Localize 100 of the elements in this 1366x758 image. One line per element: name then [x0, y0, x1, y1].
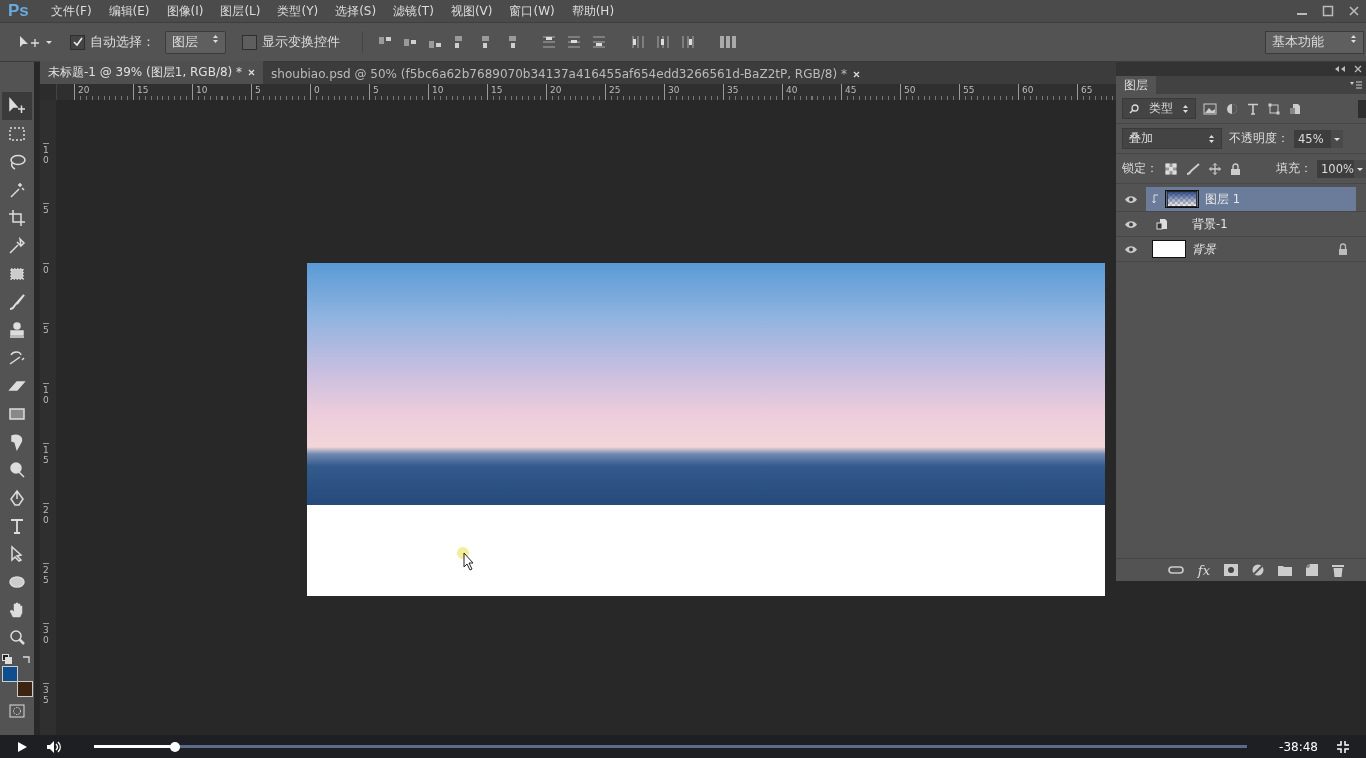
filter-toggle[interactable] — [1358, 99, 1366, 118]
eye-icon[interactable] — [1124, 219, 1138, 229]
fill-field[interactable]: 100% — [1317, 159, 1357, 178]
ruler-label: 35 — [723, 84, 782, 100]
image-filter-icon[interactable] — [1203, 102, 1217, 115]
close-icon[interactable] — [852, 70, 860, 78]
video-progress-handle[interactable] — [169, 741, 180, 752]
history-icon — [8, 349, 26, 367]
ruler-label: 5 — [369, 84, 428, 100]
brush-icon[interactable] — [1186, 162, 1200, 175]
panel-menu-icon[interactable] — [1350, 81, 1362, 89]
crop-icon — [8, 209, 26, 227]
checkbox[interactable] — [242, 34, 257, 50]
foreground-color-swatch[interactable] — [2, 666, 18, 682]
quick-mask-icon[interactable] — [9, 704, 25, 718]
close-icon[interactable] — [1348, 5, 1360, 17]
ruler-label: 25 — [43, 563, 49, 623]
distribute-top-icon[interactable] — [541, 34, 557, 50]
menu-item[interactable]: 类型(Y) — [269, 2, 327, 20]
layer-name: 背景 — [1192, 241, 1216, 257]
menu-item[interactable]: 选择(S) — [326, 2, 385, 20]
dodge-icon — [8, 461, 26, 479]
checkbox[interactable] — [70, 34, 85, 50]
ruler-label: 50 — [900, 84, 959, 100]
play-icon[interactable] — [16, 740, 28, 753]
auto-align-icon[interactable] — [719, 34, 737, 50]
ruler-label: 15 — [133, 84, 192, 100]
patch-icon — [8, 265, 26, 283]
default-colors-icon[interactable] — [2, 654, 12, 664]
menu-item[interactable]: 文件(F) — [42, 2, 101, 20]
adjustment-filter-icon[interactable] — [1226, 102, 1238, 115]
distribute-center-icon[interactable] — [655, 34, 671, 50]
move-icon[interactable] — [1209, 162, 1221, 175]
ruler-label: 30 — [43, 623, 49, 683]
pen-icon — [8, 489, 26, 507]
new-layer-icon[interactable] — [1306, 564, 1318, 576]
swap-colors-icon[interactable] — [22, 654, 32, 664]
shape-filter-icon[interactable] — [1268, 102, 1280, 115]
menu-item[interactable]: 视图(V) — [442, 2, 501, 20]
adjustment-icon[interactable] — [1252, 564, 1264, 576]
fill-label: 填充： — [1276, 161, 1312, 176]
collapse-icon[interactable] — [1334, 65, 1346, 73]
menu-item[interactable]: 帮助(H) — [563, 2, 623, 20]
opacity-label: 不透明度： — [1229, 131, 1289, 146]
exit-fullscreen-icon[interactable] — [1336, 739, 1350, 754]
ruler-label: 15 — [487, 84, 546, 100]
hand-icon — [8, 601, 26, 619]
close-icon[interactable] — [1354, 65, 1362, 73]
layer-style-button[interactable]: fx — [1197, 562, 1210, 578]
workspace-dropdown[interactable]: 基本功能 — [1265, 30, 1364, 54]
layer-name: 图层 1 — [1205, 191, 1240, 207]
trash-icon[interactable] — [1332, 563, 1344, 577]
menu-item[interactable]: 编辑(E) — [100, 2, 158, 20]
ruler-label: 10 — [428, 84, 487, 100]
ruler-label: 20 — [74, 84, 133, 100]
menu-item[interactable]: 图层(L) — [211, 2, 269, 20]
checkbox-label: 自动选择： — [90, 33, 155, 51]
distribute-left-icon[interactable] — [630, 34, 646, 50]
ruler-label: 60 — [1018, 84, 1077, 100]
lock-icon[interactable] — [1230, 162, 1241, 175]
move-tool[interactable] — [2, 92, 32, 120]
distribute-right-icon[interactable] — [680, 34, 696, 50]
move-tool-icon[interactable] — [18, 34, 54, 50]
layer-thumbnail — [1165, 190, 1199, 208]
menu-item[interactable]: 窗口(W) — [500, 2, 564, 20]
ruler-label: 10 — [43, 383, 49, 443]
menu-item[interactable]: 图像(I) — [158, 2, 212, 20]
background-color-swatch[interactable] — [17, 681, 33, 697]
ruler-label: 65 — [1077, 84, 1093, 100]
document-tab[interactable]: 未标题-1 @ 39% (图层1, RGB/8) * — [40, 61, 264, 84]
eye-icon[interactable] — [1124, 194, 1138, 204]
mask-icon[interactable] — [1224, 564, 1238, 576]
layer-row[interactable]: 背景-1 — [1146, 212, 1356, 236]
ruler-label: 20 — [546, 84, 605, 100]
link-icon[interactable] — [1167, 565, 1184, 575]
wand-icon — [8, 181, 26, 199]
menu-item[interactable]: 滤镜(T) — [384, 2, 443, 20]
layer-row[interactable]: 背景 — [1146, 237, 1356, 261]
volume-icon[interactable] — [46, 739, 62, 754]
lock-transparency-icon[interactable] — [1165, 162, 1177, 175]
maximize-icon[interactable] — [1322, 5, 1334, 17]
distribute-middle-icon[interactable] — [566, 34, 582, 50]
move-icon — [8, 97, 26, 115]
lasso-icon — [8, 153, 26, 171]
layer-row[interactable]: 图层 1 — [1146, 187, 1356, 211]
close-icon[interactable] — [248, 69, 256, 76]
distribute-bottom-icon[interactable] — [591, 34, 607, 50]
eye-icon[interactable] — [1124, 244, 1138, 254]
ruler-label: 10 — [192, 84, 251, 100]
opacity-field[interactable]: 45% — [1294, 129, 1334, 148]
type-filter-icon[interactable] — [1247, 102, 1259, 115]
updown-arrow-icon — [1208, 133, 1215, 144]
blend-mode-dropdown[interactable]: 叠加 — [1122, 128, 1222, 149]
ruler-label: 25 — [605, 84, 664, 100]
filter-dropdown[interactable]: 类型 — [1122, 98, 1196, 119]
ruler-label: 0 — [310, 84, 369, 100]
smart-object-filter-icon[interactable] — [1289, 102, 1301, 115]
ruler-label: 20 — [43, 503, 49, 563]
folder-icon[interactable] — [1278, 564, 1292, 576]
layer-select-dropdown[interactable]: 图层 — [165, 30, 226, 54]
